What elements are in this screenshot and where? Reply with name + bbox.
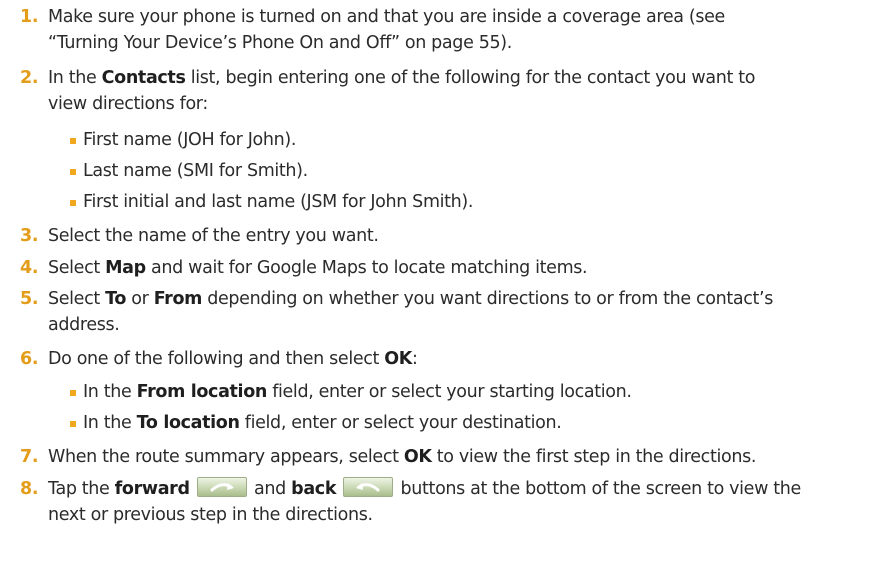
bullet-text: Last name (SMI for Smith). <box>83 161 308 181</box>
step-text: depending on whether you want directions… <box>202 289 774 309</box>
bullet-text: field, enter or select your destination. <box>239 413 562 433</box>
forward-label: forward <box>114 479 190 499</box>
step-text: Make sure your phone is turned on and th… <box>48 7 725 27</box>
step-text: : <box>412 349 418 369</box>
step-text: next or previous step in the directions. <box>48 505 373 525</box>
bullet-marker <box>70 138 76 144</box>
bullet-marker <box>70 200 76 206</box>
bullet-text: In the <box>83 413 137 433</box>
step-text: In the <box>48 68 102 88</box>
step-number: 2. <box>20 68 39 88</box>
bullet-text: field, enter or select your starting loc… <box>266 382 632 402</box>
step-text: list, begin entering one of the followin… <box>185 68 756 88</box>
step-number: 8. <box>20 479 39 499</box>
step-text: and wait for Google Maps to locate match… <box>145 258 588 278</box>
from-location-label: From location <box>136 382 268 402</box>
step-number: 3. <box>20 226 39 246</box>
bullet-text: First initial and last name (JSM for Joh… <box>83 192 474 212</box>
map-label: Map <box>105 258 146 278</box>
step-number: 1. <box>20 7 39 27</box>
ok-label: OK <box>384 349 412 369</box>
back-arrow-icon <box>343 477 394 497</box>
step-text: and <box>248 479 292 499</box>
bullet-text: In the <box>83 382 137 402</box>
step-text: Select the name of the entry you want. <box>48 226 379 246</box>
instruction-page: 1. Make sure your phone is turned on and… <box>0 0 874 561</box>
step-text: Select <box>48 289 106 309</box>
bullet-marker <box>70 390 76 396</box>
from-label: From <box>153 289 203 309</box>
step-number: 7. <box>20 447 39 467</box>
step-text: Select <box>48 258 106 278</box>
bullet-marker <box>70 421 76 427</box>
step-text: “Turning Your Device’s Phone On and Off”… <box>48 33 512 53</box>
to-location-label: To location <box>136 413 240 433</box>
step-number: 5. <box>20 289 39 309</box>
bullet-text: First name (JOH for John). <box>83 130 297 150</box>
step-number: 6. <box>20 349 39 369</box>
step-text: When the route summary appears, select <box>48 447 404 467</box>
step-text: to view the first step in the directions… <box>431 447 757 467</box>
ok-label: OK <box>403 447 432 467</box>
back-label: back <box>291 479 337 499</box>
step-text: address. <box>48 315 120 335</box>
forward-arrow-icon <box>196 477 247 497</box>
step-text: buttons at the bottom of the screen to v… <box>395 479 802 499</box>
contacts-label: Contacts <box>101 68 186 88</box>
to-label: To <box>105 289 127 309</box>
bullet-marker <box>70 169 76 175</box>
step-text: Tap the <box>48 479 115 499</box>
step-text: or <box>126 289 154 309</box>
step-text: view directions for: <box>48 94 208 114</box>
step-number: 4. <box>20 258 39 278</box>
step-text: Do one of the following and then select <box>48 349 385 369</box>
